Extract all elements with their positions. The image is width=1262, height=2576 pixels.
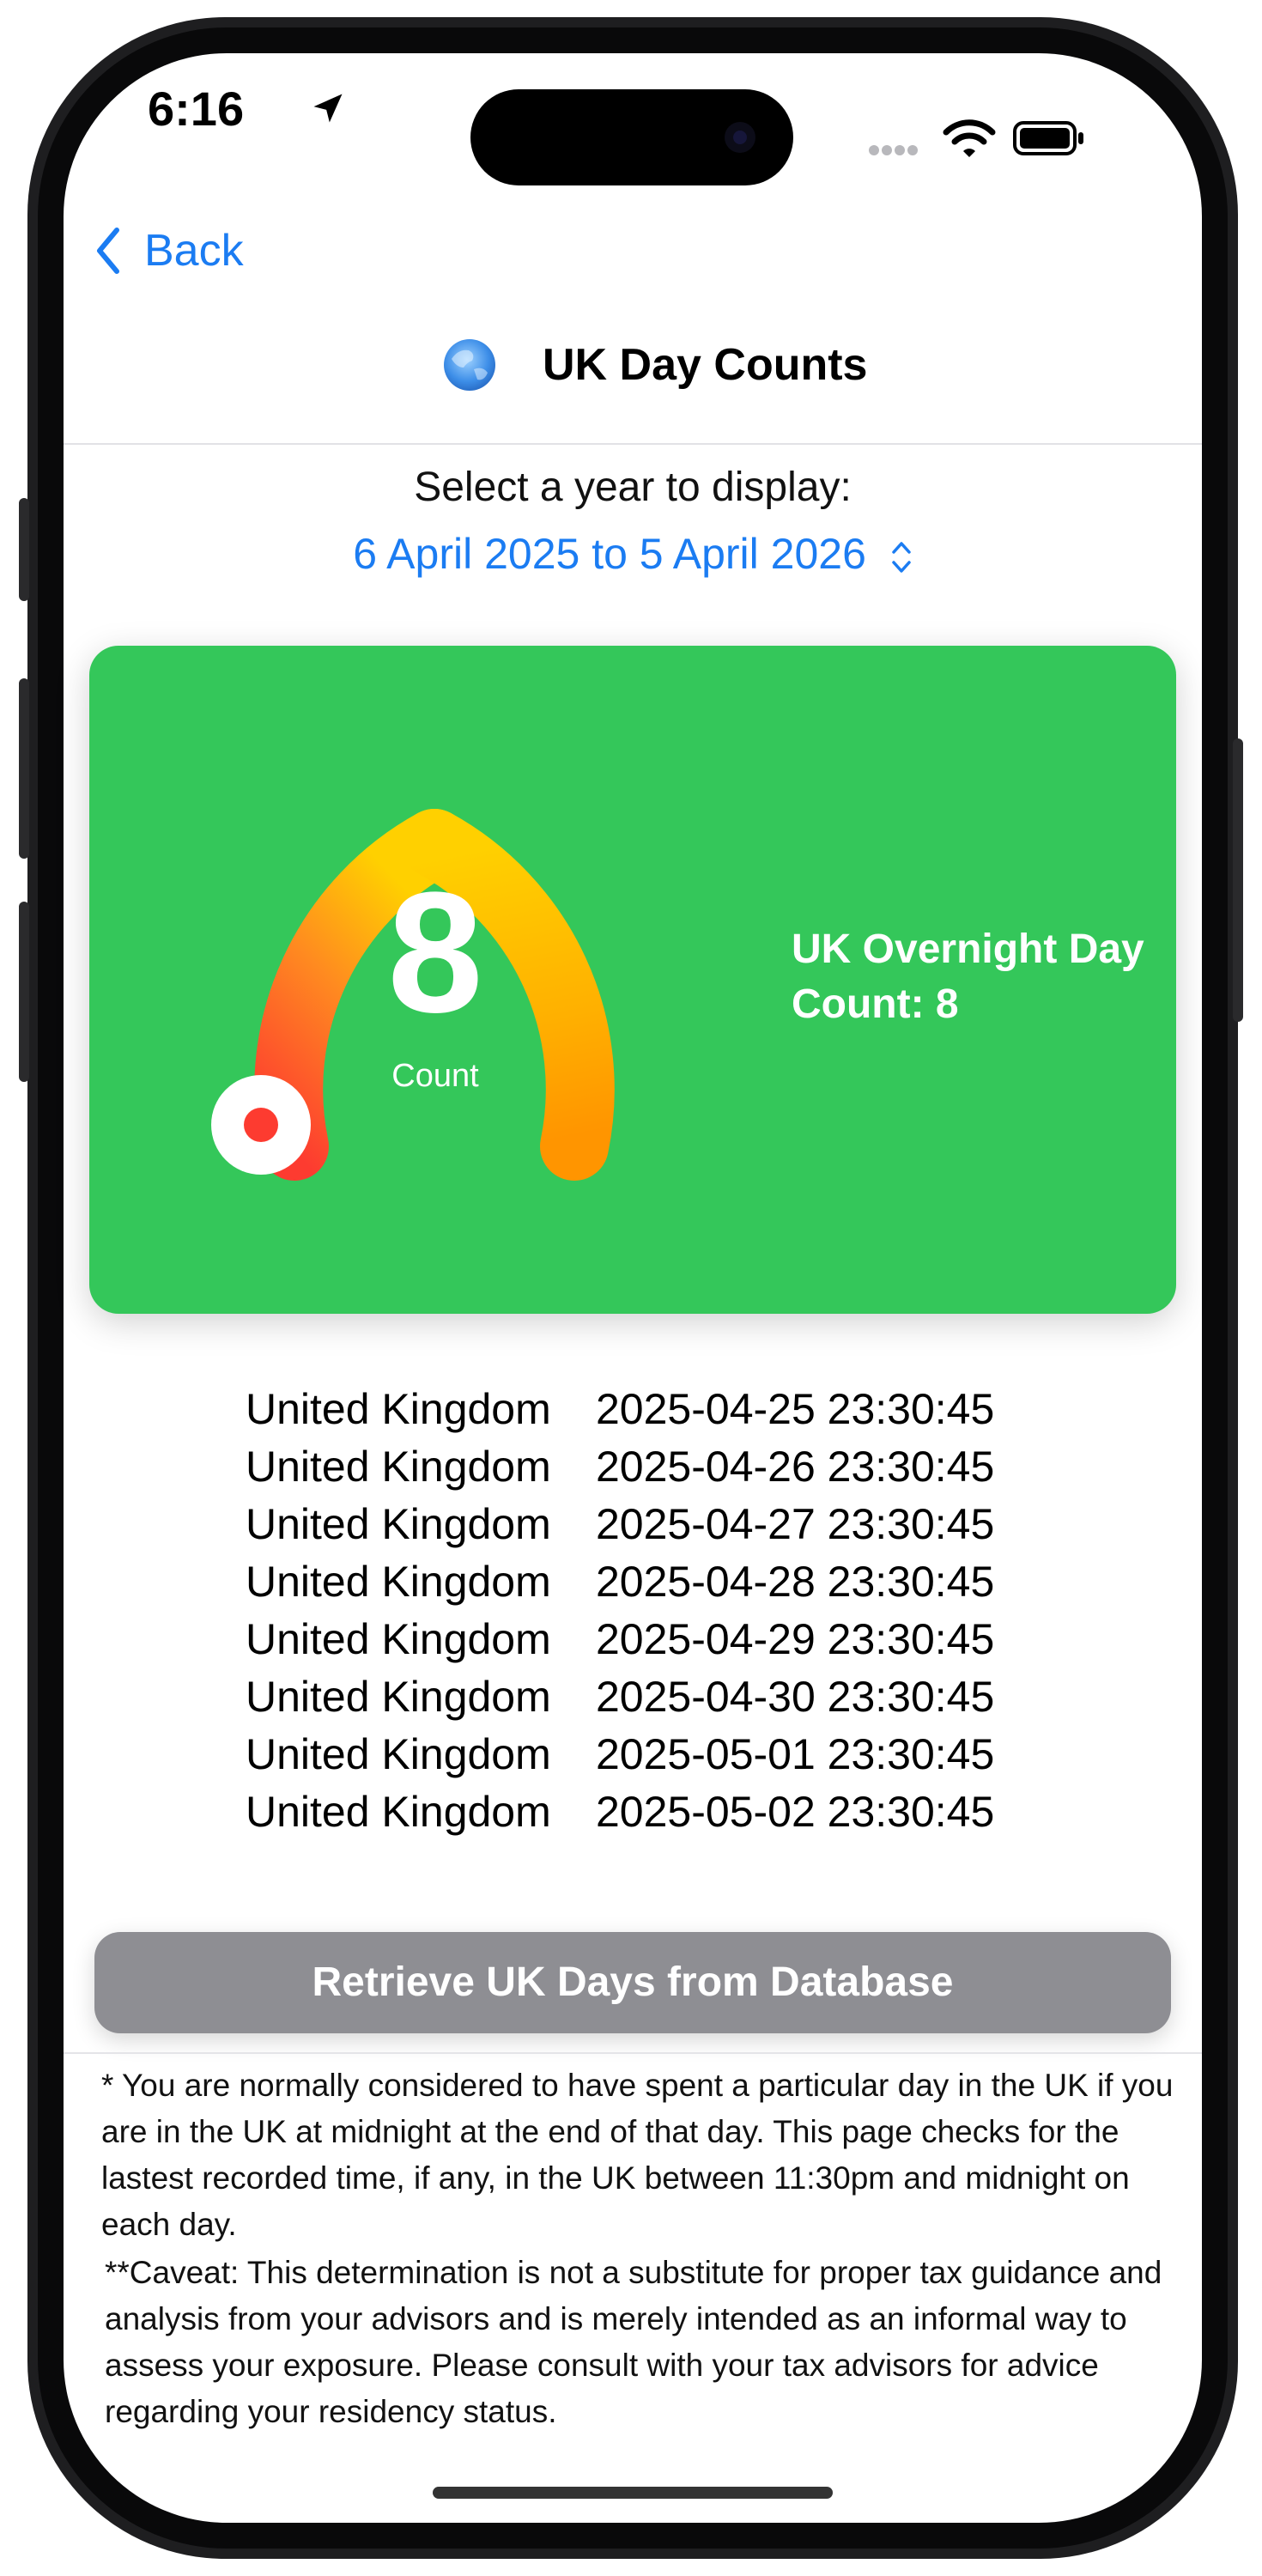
day-time: 2025-04-28 23:30:45 <box>596 1558 995 1606</box>
location-arrow-icon <box>313 94 343 123</box>
action-button <box>19 498 29 601</box>
power-button <box>1233 738 1243 1022</box>
day-time: 2025-05-02 23:30:45 <box>596 1788 995 1836</box>
list-item: United Kingdom 2025-04-29 23:30:45 <box>246 1611 994 1668</box>
day-country: United Kingdom <box>246 1558 551 1606</box>
volume-up-button <box>19 678 29 859</box>
day-country: United Kingdom <box>246 1443 551 1491</box>
day-time: 2025-04-27 23:30:45 <box>596 1500 995 1548</box>
list-item: United Kingdom 2025-04-26 23:30:45 <box>246 1438 994 1496</box>
list-item: United Kingdom 2025-04-30 23:30:45 <box>246 1668 994 1726</box>
day-time: 2025-05-01 23:30:45 <box>596 1730 995 1778</box>
back-button[interactable]: Back <box>94 225 244 276</box>
battery-icon <box>1013 121 1083 155</box>
day-time: 2025-04-30 23:30:45 <box>596 1673 995 1721</box>
list-item: United Kingdom 2025-04-28 23:30:45 <box>246 1553 994 1611</box>
day-country: United Kingdom <box>246 1673 551 1721</box>
year-picker-value: 6 April 2025 to 5 April 2026 <box>353 530 866 578</box>
footnote-caveat: **Caveat: This determination is not a su… <box>105 2255 1162 2429</box>
day-country: United Kingdom <box>246 1615 551 1663</box>
count-card: 8 Count UK Overnight Day Count: 8 <box>89 646 1176 1314</box>
front-camera <box>725 122 755 153</box>
year-select-prompt: Select a year to display: <box>414 465 852 510</box>
footer-divider <box>64 2052 1202 2054</box>
day-country: United Kingdom <box>246 1385 551 1433</box>
day-country: United Kingdom <box>246 1730 551 1778</box>
footnote-rule: * You are normally considered to have sp… <box>101 2068 1174 2242</box>
day-country: United Kingdom <box>246 1788 551 1836</box>
retrieve-days-button[interactable]: Retrieve UK Days from Database <box>94 1932 1171 2033</box>
home-indicator[interactable] <box>433 2487 833 2499</box>
wifi-icon <box>943 119 996 157</box>
count-value: 8 <box>387 857 483 1048</box>
cellular-signal-icon <box>869 144 920 160</box>
list-item: United Kingdom 2025-05-02 23:30:45 <box>246 1783 994 1841</box>
nav-divider <box>64 443 1202 445</box>
count-label: Count <box>391 1058 479 1094</box>
status-time: 6:16 <box>148 82 245 136</box>
list-item: United Kingdom 2025-05-01 23:30:45 <box>246 1726 994 1783</box>
day-time: 2025-04-25 23:30:45 <box>596 1385 995 1433</box>
volume-down-button <box>19 902 29 1082</box>
list-item: United Kingdom 2025-04-25 23:30:45 <box>246 1381 994 1438</box>
page-title: UK Day Counts <box>543 340 868 390</box>
day-time: 2025-04-29 23:30:45 <box>596 1615 995 1663</box>
overnight-day-count: UK Overnight Day Count: 8 <box>792 927 1144 1027</box>
chevron-up-down-icon <box>892 542 911 573</box>
chevron-left-icon <box>97 228 119 274</box>
list-item: United Kingdom 2025-04-27 23:30:45 <box>246 1496 994 1553</box>
day-country: United Kingdom <box>246 1500 551 1548</box>
nav-title-area: UK Day Counts <box>441 337 867 393</box>
globe-icon <box>444 339 495 391</box>
year-picker[interactable]: 6 April 2025 to 5 April 2026 <box>64 529 1202 579</box>
day-time: 2025-04-26 23:30:45 <box>596 1443 995 1491</box>
back-label: Back <box>144 226 244 276</box>
uk-days-list: United Kingdom 2025-04-25 23:30:45 United… <box>246 1381 994 1841</box>
